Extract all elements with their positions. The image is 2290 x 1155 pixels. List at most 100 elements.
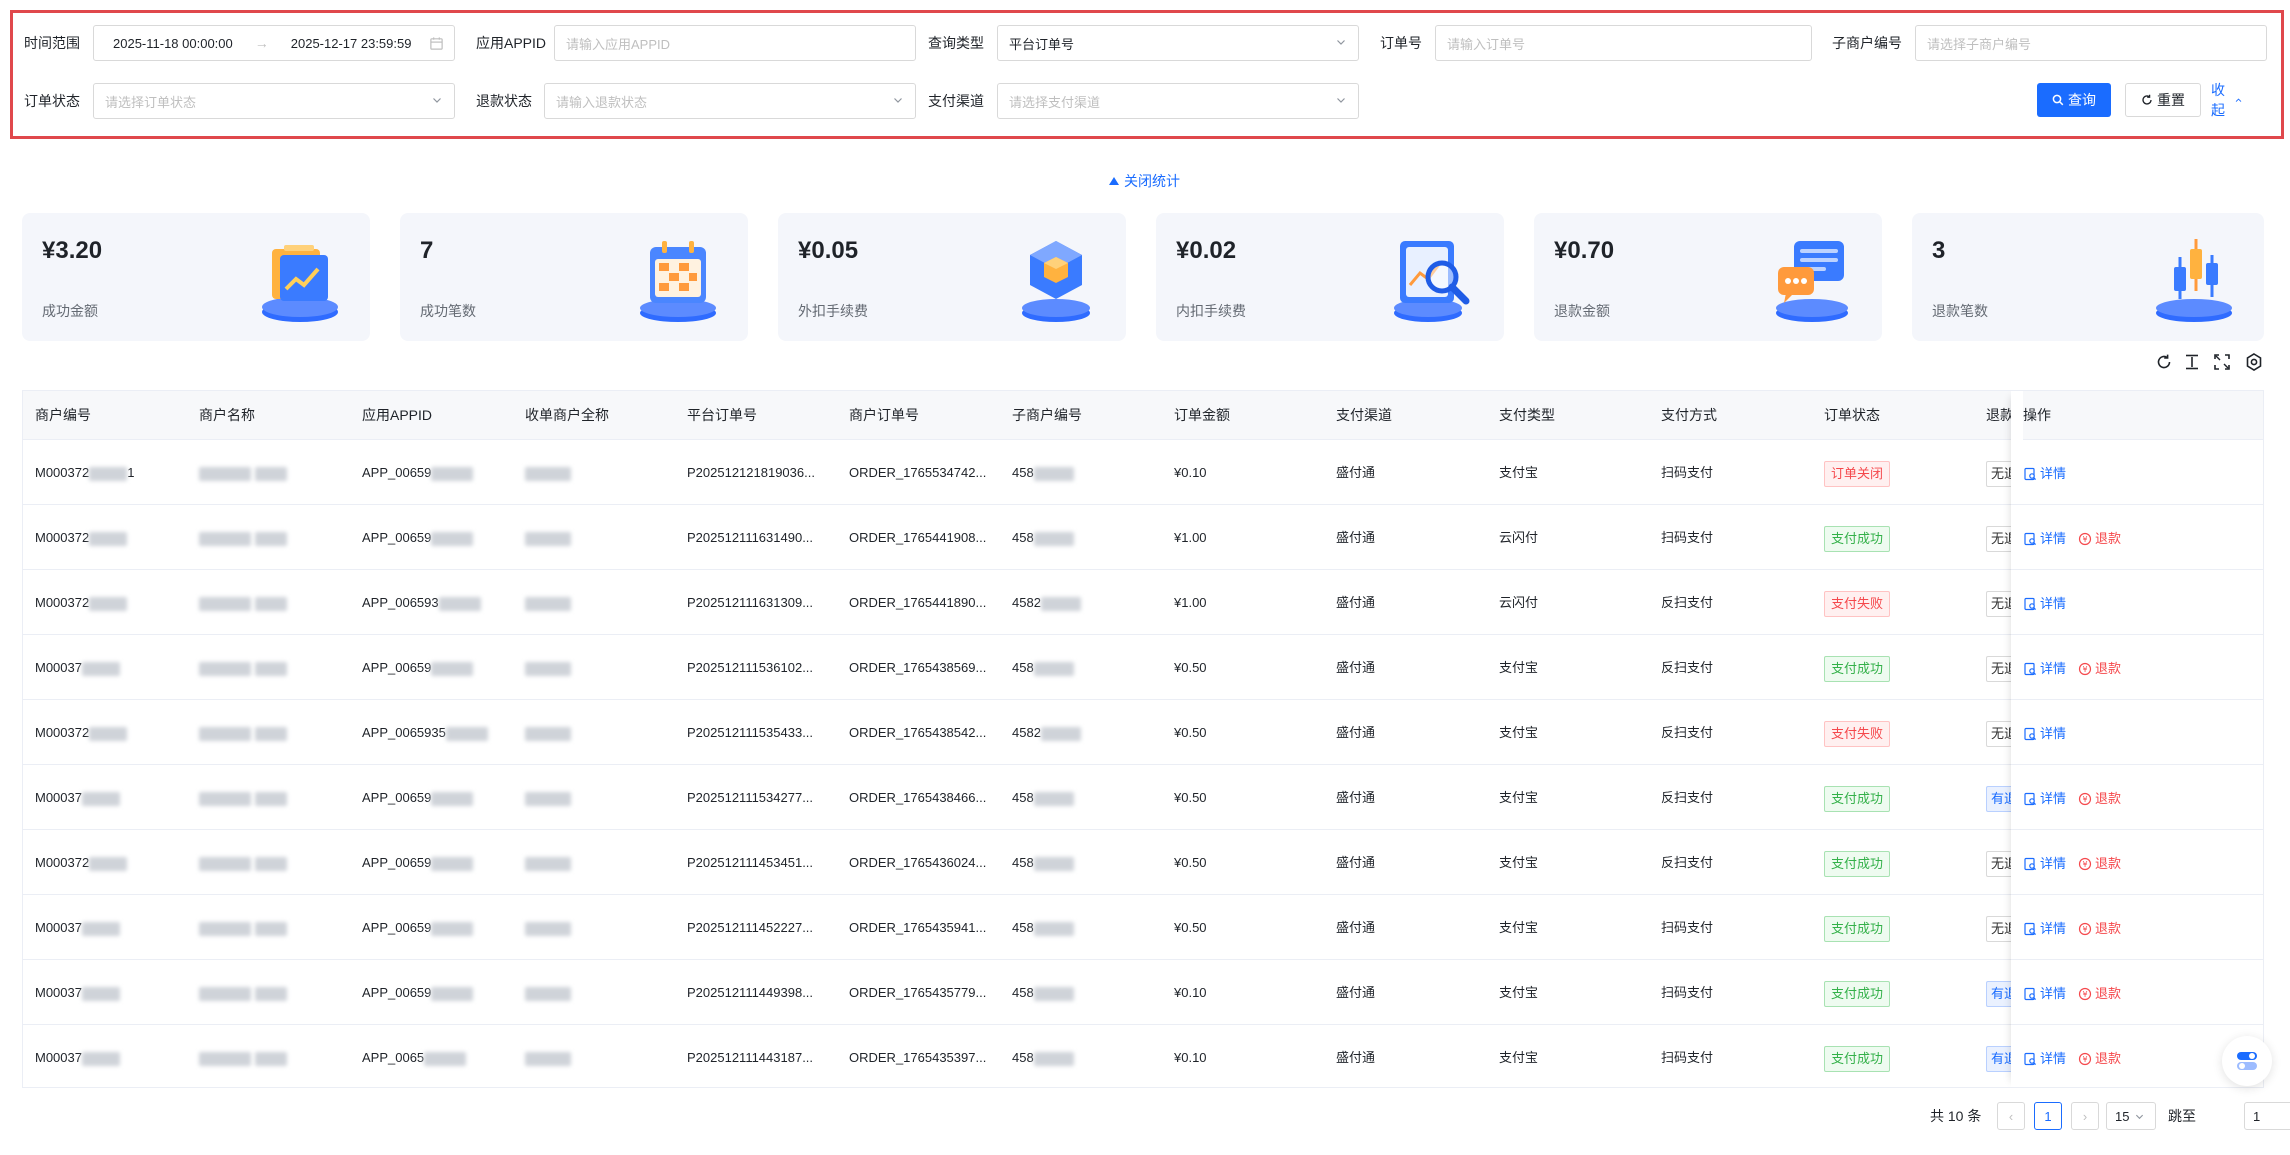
- page-size-select[interactable]: 15: [2106, 1102, 2156, 1130]
- table-row: M00037 APP_0065 P202512111443187... ORDER_1…: [23, 1025, 2263, 1087]
- refund-link[interactable]: ¥ 退款: [2078, 1026, 2121, 1087]
- document-search-icon: [2024, 987, 2037, 1000]
- column-height-icon[interactable]: [2182, 352, 2202, 372]
- cell-app-id: APP_00659: [362, 635, 474, 700]
- stat-card-success-amount: ¥3.20 成功金额: [22, 213, 370, 341]
- cell-order-status: 支付成功: [1824, 765, 1891, 830]
- refund-link[interactable]: ¥ 退款: [2078, 896, 2121, 961]
- detail-link[interactable]: 详情: [2023, 896, 2066, 961]
- cell-merchant-order-text: ORDER_1765438569...: [849, 660, 987, 675]
- cell-merchant-order-text: ORDER_1765435779...: [849, 985, 987, 1000]
- cell-platform-order: P202512111534277...: [687, 765, 813, 830]
- header-pay-type: 支付类型: [1499, 407, 1555, 423]
- refund-badge: 无退: [1986, 720, 2014, 747]
- toggle-switch-icon: [2237, 1052, 2257, 1070]
- detail-label: 详情: [2040, 986, 2067, 1002]
- cell-app-id: APP_00659: [362, 830, 474, 895]
- cell-merchant-no-text: M000372: [35, 725, 90, 740]
- sub-merchant-input[interactable]: 请选择子商户编号: [1915, 25, 2267, 61]
- document-search-icon: [2024, 792, 2037, 805]
- collapse-button[interactable]: 收起: [2211, 82, 2242, 118]
- refund-link[interactable]: ¥ 退款: [2078, 506, 2121, 571]
- next-page-button[interactable]: ›: [2071, 1102, 2099, 1130]
- refund-link[interactable]: ¥ 退款: [2078, 831, 2121, 896]
- detail-link[interactable]: 详情: [2023, 831, 2066, 896]
- detail-link[interactable]: 详情: [2023, 766, 2066, 831]
- table-row: M000372 APP_00659 P202512111631490... ORDER…: [23, 505, 2263, 570]
- prev-page-button[interactable]: ‹: [1997, 1102, 2025, 1130]
- page-button-1[interactable]: 1: [2034, 1102, 2062, 1130]
- time-end-value[interactable]: 2025-12-17 23:59:59: [291, 36, 412, 51]
- redacted-text: [89, 466, 128, 481]
- cell-platform-order-text: P202512111453451...: [687, 855, 814, 870]
- table-row: M00037 APP_00659 P202512111452227... ORDER_…: [23, 895, 2263, 960]
- detail-link[interactable]: 详情: [2023, 636, 2066, 701]
- ops-row: 详情 ¥ 退款: [2011, 765, 2263, 831]
- calendar-icon[interactable]: [429, 36, 444, 51]
- query-type-select[interactable]: 平台订单号: [997, 25, 1359, 61]
- detail-link[interactable]: 详情: [2023, 506, 2066, 571]
- order-status-select[interactable]: 请选择订单状态: [93, 83, 455, 119]
- close-stats-toggle[interactable]: 关闭统计: [1108, 171, 1180, 191]
- cell-amount: ¥0.10: [1174, 1025, 1207, 1087]
- detail-link[interactable]: 详情: [2023, 571, 2066, 636]
- order-no-label: 订单号: [1380, 35, 1422, 51]
- reset-button[interactable]: 重置: [2125, 83, 2201, 117]
- cell-pay-channel: 盛付通: [1336, 830, 1375, 895]
- time-start-value[interactable]: 2025-11-18 00:00:00: [113, 36, 233, 51]
- cell-operations: 详情 ¥ 退款: [2023, 505, 2121, 570]
- cell-pay-channel: 盛付通: [1336, 505, 1375, 570]
- time-range-picker[interactable]: 2025-11-18 00:00:00 → 2025-12-17 23:59:5…: [93, 25, 455, 61]
- refund-status-select[interactable]: 请输入退款状态: [544, 83, 916, 119]
- cell-merchant-order: ORDER_1765438542...: [849, 700, 986, 765]
- refresh-icon[interactable]: [2154, 352, 2174, 372]
- cell-pay-channel-text: 盛付通: [1336, 1050, 1376, 1065]
- appid-input[interactable]: 请输入应用APPID: [554, 25, 916, 61]
- cell-refund: 无退: [1986, 700, 2014, 765]
- redacted-text: [438, 596, 481, 611]
- cell-refund: 无退: [1986, 505, 2014, 570]
- cell-sub-merchant-text: 458: [1012, 855, 1034, 870]
- cell-merchant-name: [199, 1025, 287, 1087]
- refund-link[interactable]: ¥ 退款: [2078, 961, 2121, 1026]
- redacted-text: [1033, 986, 1074, 1001]
- cell-amount-text: ¥0.50: [1174, 660, 1207, 675]
- cell-amount-text: ¥0.10: [1174, 465, 1207, 480]
- cell-pay-channel-text: 盛付通: [1336, 465, 1376, 480]
- ops-row: 详情: [2011, 700, 2263, 766]
- fullscreen-icon[interactable]: [2212, 352, 2232, 372]
- cell-pay-type-text: 支付宝: [1499, 790, 1539, 805]
- query-button[interactable]: 查询: [2037, 83, 2111, 117]
- cell-sub-merchant: 458: [1012, 1025, 1074, 1087]
- detail-link[interactable]: 详情: [2023, 961, 2066, 1026]
- pay-channel-select[interactable]: 请选择支付渠道: [997, 83, 1359, 119]
- jump-input[interactable]: 1: [2244, 1102, 2290, 1130]
- cell-pay-channel-text: 盛付通: [1336, 920, 1376, 935]
- detail-link[interactable]: 详情: [2023, 701, 2066, 766]
- floating-toggle-button[interactable]: [2222, 1036, 2272, 1086]
- redacted-text: [431, 791, 474, 806]
- cell-merchant-name: [199, 570, 287, 635]
- detail-link[interactable]: 详情: [2023, 1026, 2066, 1087]
- table-row: M00037 APP_00659 P202512111449398... ORDER_…: [23, 960, 2263, 1025]
- cell-pay-method: 扫码支付: [1661, 440, 1713, 505]
- order-no-input[interactable]: 请输入订单号: [1435, 25, 1812, 61]
- gear-icon[interactable]: [2244, 352, 2264, 372]
- redacted-text: [199, 856, 251, 871]
- cell-merchant-order-text: ORDER_1765441908...: [849, 530, 987, 545]
- detail-link[interactable]: 详情: [2023, 441, 2066, 506]
- refund-icon: ¥: [2078, 792, 2092, 805]
- redacted-text: [525, 856, 571, 871]
- candlestick-icon: [2156, 239, 2232, 322]
- ops-row: 详情 ¥ 退款: [2011, 960, 2263, 1026]
- redacted-text: [431, 531, 474, 546]
- redacted-text: [255, 466, 287, 481]
- refund-link[interactable]: ¥ 退款: [2078, 766, 2121, 831]
- redacted-text: [81, 921, 120, 936]
- cell-amount-text: ¥1.00: [1174, 595, 1207, 610]
- refund-badge: 无退: [1986, 655, 2014, 682]
- refund-link[interactable]: ¥ 退款: [2078, 636, 2121, 701]
- refund-icon: ¥: [2078, 987, 2092, 1000]
- refund-label: 退款: [2095, 791, 2122, 807]
- sub-merchant-label: 子商户编号: [1832, 35, 1902, 51]
